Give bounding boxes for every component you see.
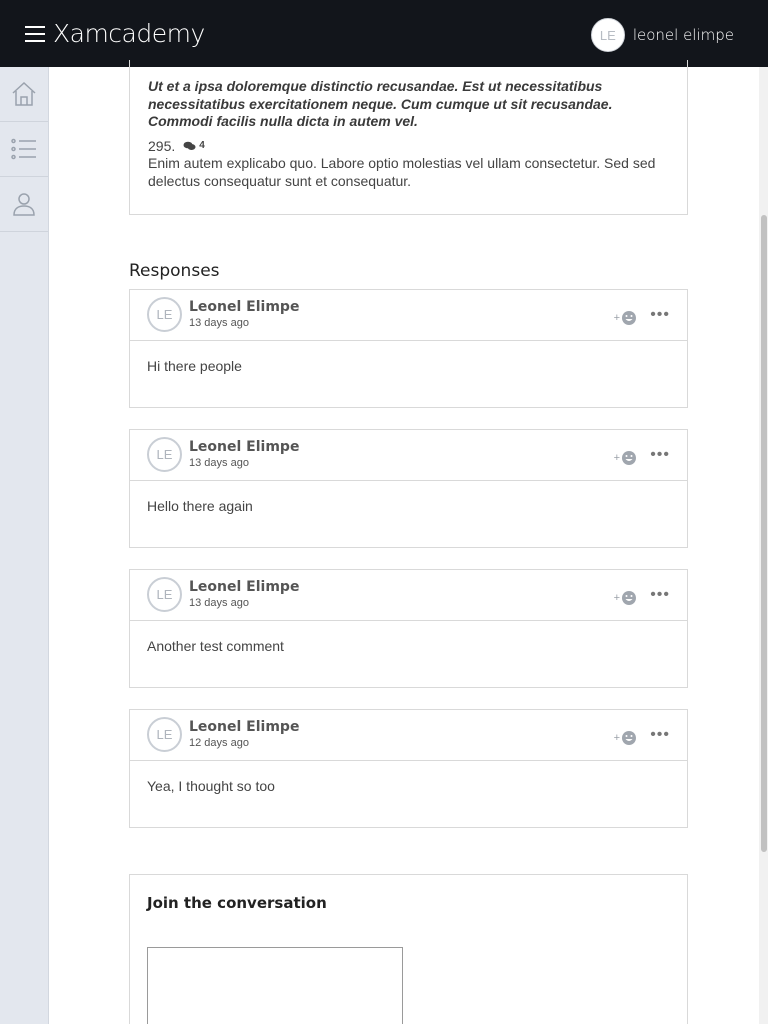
response-body: Hello there again	[147, 498, 253, 514]
avatar[interactable]: LE	[147, 577, 182, 612]
user-name[interactable]: leonel elimpe	[633, 26, 734, 44]
question-body: Enim autem explicabo quo. Labore optio m…	[148, 154, 656, 189]
smiley-icon	[622, 311, 636, 325]
list-icon	[11, 138, 36, 160]
question-card: Ut et a ipsa doloremque distinctio recus…	[129, 60, 688, 215]
response-author[interactable]: Leonel Elimpe	[189, 439, 299, 455]
response-body: Hi there people	[147, 358, 242, 374]
avatar[interactable]: LE	[147, 297, 182, 332]
response-body: Another test comment	[147, 638, 284, 654]
response-card: LE Leonel Elimpe 13 days ago + ••• Hello…	[129, 429, 688, 548]
response-timestamp: 13 days ago	[189, 317, 249, 329]
comments-icon	[183, 141, 196, 150]
user-icon	[13, 193, 35, 216]
responses-heading: Responses	[129, 261, 220, 281]
response-header: LE Leonel Elimpe 13 days ago + •••	[130, 430, 687, 481]
response-card: LE Leonel Elimpe 13 days ago + ••• Hi th…	[129, 289, 688, 408]
response-card: LE Leonel Elimpe 12 days ago + ••• Yea, …	[129, 709, 688, 828]
question-number: 295.	[148, 137, 176, 154]
response-timestamp: 12 days ago	[189, 737, 249, 749]
avatar[interactable]: LE	[590, 18, 625, 52]
response-header: LE Leonel Elimpe 13 days ago + •••	[130, 290, 687, 341]
response-header: LE Leonel Elimpe 13 days ago + •••	[130, 570, 687, 621]
add-reaction-button[interactable]: +	[614, 730, 637, 746]
user-menu[interactable]: LE leonel elimpe	[590, 18, 734, 52]
response-author[interactable]: Leonel Elimpe	[189, 719, 299, 735]
response-header: LE Leonel Elimpe 12 days ago + •••	[130, 710, 687, 761]
question-text: Ut et a ipsa doloremque distinctio recus…	[148, 78, 613, 129]
avatar[interactable]: LE	[147, 437, 182, 472]
smiley-icon	[622, 731, 636, 745]
home-icon	[12, 81, 36, 106]
add-reaction-button[interactable]: +	[614, 310, 637, 326]
comment-count[interactable]: 4	[183, 140, 205, 151]
response-body: Yea, I thought so too	[147, 778, 275, 794]
hamburger-menu-icon[interactable]	[25, 26, 45, 42]
comment-editor[interactable]	[147, 947, 403, 1024]
response-card: LE Leonel Elimpe 13 days ago + ••• Anoth…	[129, 569, 688, 688]
more-options-button[interactable]: •••	[650, 727, 670, 743]
sidebar-item-profile[interactable]	[0, 177, 48, 232]
response-author[interactable]: Leonel Elimpe	[189, 299, 299, 315]
join-conversation-card: Join the conversation	[129, 874, 688, 1024]
join-conversation-title: Join the conversation	[147, 894, 327, 912]
smiley-icon	[622, 451, 636, 465]
sidebar	[0, 67, 49, 1024]
response-author[interactable]: Leonel Elimpe	[189, 579, 299, 595]
smiley-icon	[622, 591, 636, 605]
more-options-button[interactable]: •••	[650, 447, 670, 463]
response-timestamp: 13 days ago	[189, 457, 249, 469]
scrollbar-thumb[interactable]	[761, 215, 767, 852]
response-timestamp: 13 days ago	[189, 597, 249, 609]
more-options-button[interactable]: •••	[650, 587, 670, 603]
more-options-button[interactable]: •••	[650, 307, 670, 323]
add-reaction-button[interactable]: +	[614, 590, 637, 606]
brand-logo[interactable]: Xamcademy	[53, 19, 205, 48]
add-reaction-button[interactable]: +	[614, 450, 637, 466]
sidebar-item-home[interactable]	[0, 67, 48, 122]
top-navbar: Xamcademy LE leonel elimpe	[0, 0, 768, 67]
sidebar-item-list[interactable]	[0, 122, 48, 177]
avatar[interactable]: LE	[147, 717, 182, 752]
question-meta: 295. 4	[148, 138, 669, 154]
